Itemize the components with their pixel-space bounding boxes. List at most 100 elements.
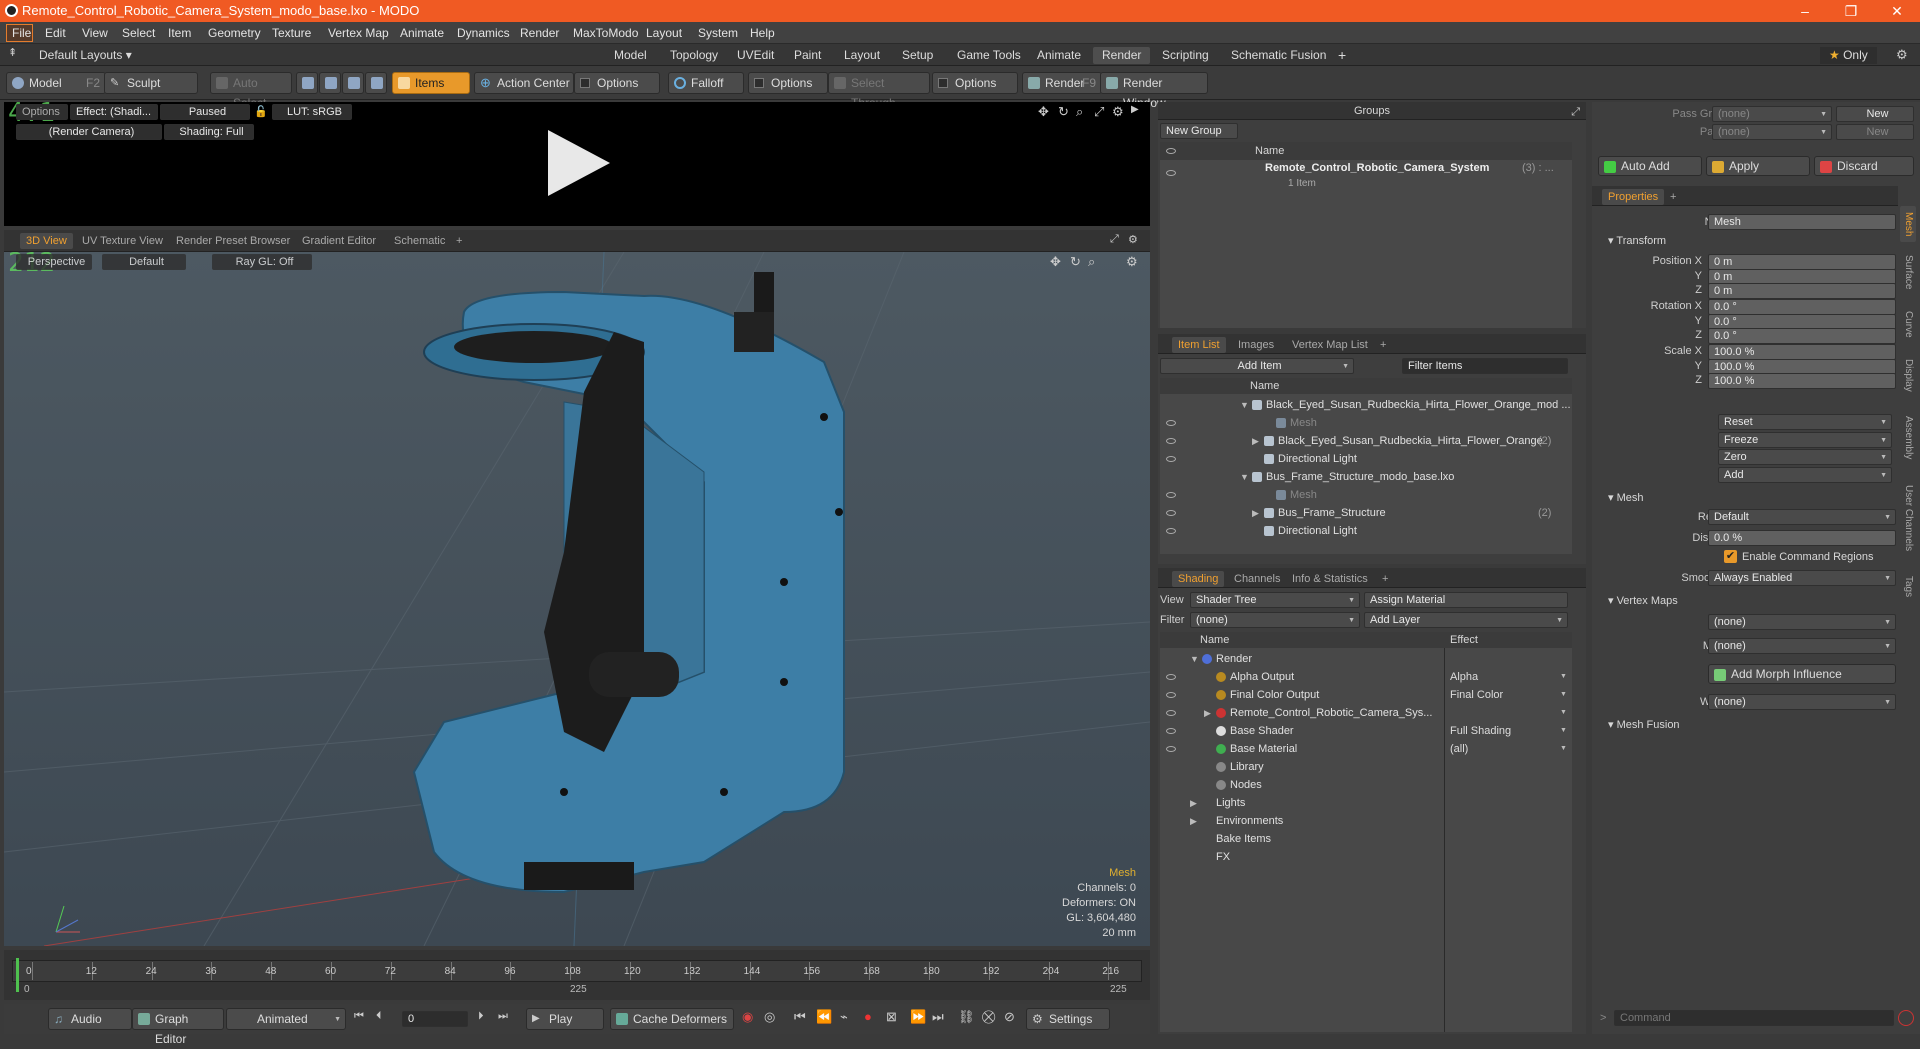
- visibility-icon[interactable]: [1166, 170, 1176, 176]
- pass-groups-dropdown[interactable]: (none): [1712, 106, 1832, 122]
- expand-arrow-icon[interactable]: ▼: [1240, 468, 1249, 486]
- side-tab[interactable]: Surface: [1900, 244, 1916, 300]
- uv-dropdown[interactable]: (none): [1708, 614, 1896, 630]
- item-list-row[interactable]: Mesh: [1160, 486, 1572, 504]
- material-select-button[interactable]: [365, 72, 387, 94]
- discard-button[interactable]: Discard: [1814, 156, 1914, 176]
- menu-view[interactable]: View: [82, 26, 108, 40]
- tab-channels[interactable]: Channels: [1228, 571, 1286, 587]
- item-list-row[interactable]: ▶ Bus_Frame_Structure (2): [1160, 504, 1572, 522]
- raygl-dropdown[interactable]: Ray GL: Off: [212, 254, 312, 270]
- expand-arrow-icon[interactable]: ▶: [1131, 104, 1139, 115]
- shader-tree[interactable]: Name Effect ▼ Render Alpha Output Alpha ▼ Fin…: [1160, 632, 1572, 1032]
- menu-maxtomodo[interactable]: MaxToModo: [573, 26, 638, 40]
- viewport-settings-icon[interactable]: ⚙: [1126, 254, 1138, 270]
- add-tab-button[interactable]: +: [1374, 337, 1392, 353]
- maximize-button[interactable]: ❐: [1828, 0, 1874, 22]
- morph-dropdown[interactable]: (none): [1708, 638, 1896, 654]
- visibility-icon[interactable]: [1166, 456, 1176, 462]
- layout-tab-scripting[interactable]: Scripting: [1153, 47, 1218, 64]
- record-icon[interactable]: ●: [864, 1009, 872, 1024]
- freeze-dropdown[interactable]: Freeze: [1718, 432, 1892, 448]
- side-tab[interactable]: User Channels: [1900, 471, 1916, 567]
- transform-section[interactable]: ▾ Transform: [1608, 234, 1666, 247]
- shader-effect-dropdown[interactable]: Alpha: [1450, 668, 1568, 686]
- shader-row[interactable]: Bake Items: [1160, 830, 1572, 848]
- layout-tab-topology[interactable]: Topology: [661, 47, 727, 64]
- zoom-icon[interactable]: ⌕: [1076, 104, 1083, 120]
- 3d-viewport[interactable]: 212 Perspective Default Ray GL: Off ✥ ↻ …: [4, 252, 1150, 946]
- visibility-icon[interactable]: [1166, 528, 1176, 534]
- tab-vertex-map-list[interactable]: Vertex Map List: [1286, 337, 1374, 353]
- weight-dropdown[interactable]: (none): [1708, 694, 1896, 710]
- delete-key-icon[interactable]: ⊠: [886, 1009, 897, 1025]
- default-dropdown[interactable]: Default: [102, 254, 186, 270]
- menu-vertex-map[interactable]: Vertex Map: [328, 26, 389, 40]
- item-list-row[interactable]: ▼ Black_Eyed_Susan_Rudbeckia_Hirta_Flower…: [1160, 396, 1572, 414]
- new-pass-button[interactable]: New: [1836, 124, 1914, 140]
- timeline[interactable]: 0 12 24 36 48 60 72 84 96 108 120 132 144 156 168 180 19…: [4, 950, 1150, 1000]
- item-list-tree[interactable]: Name ▼ Black_Eyed_Susan_Rudbeckia_Hirta_F…: [1160, 378, 1572, 554]
- maximize-panel-icon[interactable]: ⤢: [1110, 233, 1119, 246]
- add-tab-button[interactable]: +: [1664, 189, 1682, 205]
- falloff-options-button[interactable]: Options: [748, 72, 828, 94]
- menu-dynamics[interactable]: Dynamics: [457, 26, 510, 40]
- tab-info-statistics[interactable]: Info & Statistics: [1286, 571, 1374, 587]
- add-layer-dropdown[interactable]: Add Layer: [1364, 612, 1568, 628]
- layout-tab-setup[interactable]: Setup: [893, 47, 942, 64]
- preview-options-button[interactable]: Options: [16, 104, 68, 120]
- prev-frame-icon[interactable]: ⏴: [376, 1010, 382, 1023]
- layout-tab-render[interactable]: Render: [1093, 47, 1151, 64]
- tab-render-preset-browser[interactable]: Render Preset Browser: [170, 233, 296, 249]
- graph-editor-button[interactable]: Graph Editor: [132, 1008, 224, 1046]
- auto-key-icon[interactable]: ◎: [764, 1009, 775, 1025]
- filter-items-input[interactable]: Filter Items: [1402, 358, 1568, 374]
- prev-key2-icon[interactable]: ⏪: [816, 1009, 832, 1025]
- transform-rot-input[interactable]: 0.0 °: [1708, 328, 1896, 344]
- layout-tab-model[interactable]: Model: [605, 47, 656, 64]
- add-dropdown[interactable]: Add: [1718, 467, 1892, 483]
- falloff-button[interactable]: Falloff: [668, 72, 744, 94]
- polygon-select-button[interactable]: [342, 72, 364, 94]
- item-list-row[interactable]: Mesh: [1160, 414, 1572, 432]
- add-layout-tab-button[interactable]: +: [1329, 47, 1355, 64]
- passes-dropdown[interactable]: (none): [1712, 124, 1832, 140]
- render-dropdown[interactable]: Default: [1708, 509, 1896, 525]
- tab-item-list[interactable]: Item List: [1172, 337, 1226, 353]
- settings-icon[interactable]: ⚙: [1112, 104, 1124, 120]
- menu-select[interactable]: Select: [122, 26, 155, 40]
- last-key-icon[interactable]: ⏭: [932, 1009, 944, 1025]
- groups-list[interactable]: Name Remote_Control_Robotic_Camera_Syste…: [1160, 142, 1572, 328]
- shader-effect-dropdown[interactable]: Full Shading: [1450, 722, 1568, 740]
- menu-layout[interactable]: Layout: [646, 26, 682, 40]
- shader-row[interactable]: Library: [1160, 758, 1572, 776]
- shader-row[interactable]: ▶ Remote_Control_Robotic_Camera_Sys... ▼: [1160, 704, 1572, 722]
- rotate-view-icon[interactable]: ↻: [1070, 254, 1081, 270]
- side-tab[interactable]: Mesh: [1900, 206, 1916, 243]
- enable-command-regions-checkbox[interactable]: ✔: [1724, 550, 1737, 563]
- rotate-view-icon[interactable]: ↻: [1058, 104, 1069, 120]
- layout-tab-uvedit[interactable]: UVEdit: [728, 47, 783, 64]
- channel-clear-icon[interactable]: ⊘: [1004, 1009, 1015, 1025]
- item-list-row[interactable]: ▶ Black_Eyed_Susan_Rudbeckia_Hirta_Flower…: [1160, 432, 1572, 450]
- menu-animate[interactable]: Animate: [400, 26, 444, 40]
- menu-item[interactable]: Item: [168, 26, 191, 40]
- shader-row[interactable]: ▼ Render: [1160, 650, 1572, 668]
- smoothing-dropdown[interactable]: Always Enabled: [1708, 570, 1896, 586]
- layout-tab-game-tools[interactable]: Game Tools: [948, 47, 1030, 64]
- next-key-icon[interactable]: ⏩: [910, 1009, 926, 1025]
- model-mode-button[interactable]: Model F2: [6, 72, 106, 94]
- auto-select-button[interactable]: Auto Select: [210, 72, 292, 110]
- zero-dropdown[interactable]: Zero: [1718, 449, 1892, 465]
- maximize-view-icon[interactable]: ⤢: [1094, 104, 1104, 120]
- expand-arrow-icon[interactable]: ▶: [1204, 704, 1211, 722]
- apply-button[interactable]: Apply: [1706, 156, 1810, 176]
- edge-select-button[interactable]: [319, 72, 341, 94]
- visibility-icon[interactable]: [1166, 420, 1176, 426]
- move-view-icon[interactable]: ✥: [1050, 254, 1061, 270]
- mesh-fusion-section[interactable]: ▾ Mesh Fusion: [1608, 718, 1680, 731]
- first-frame-icon[interactable]: ⏮: [354, 1010, 364, 1023]
- vertex-maps-section[interactable]: ▾ Vertex Maps: [1608, 594, 1678, 607]
- visibility-icon[interactable]: [1166, 692, 1176, 698]
- play-icon[interactable]: [544, 128, 614, 198]
